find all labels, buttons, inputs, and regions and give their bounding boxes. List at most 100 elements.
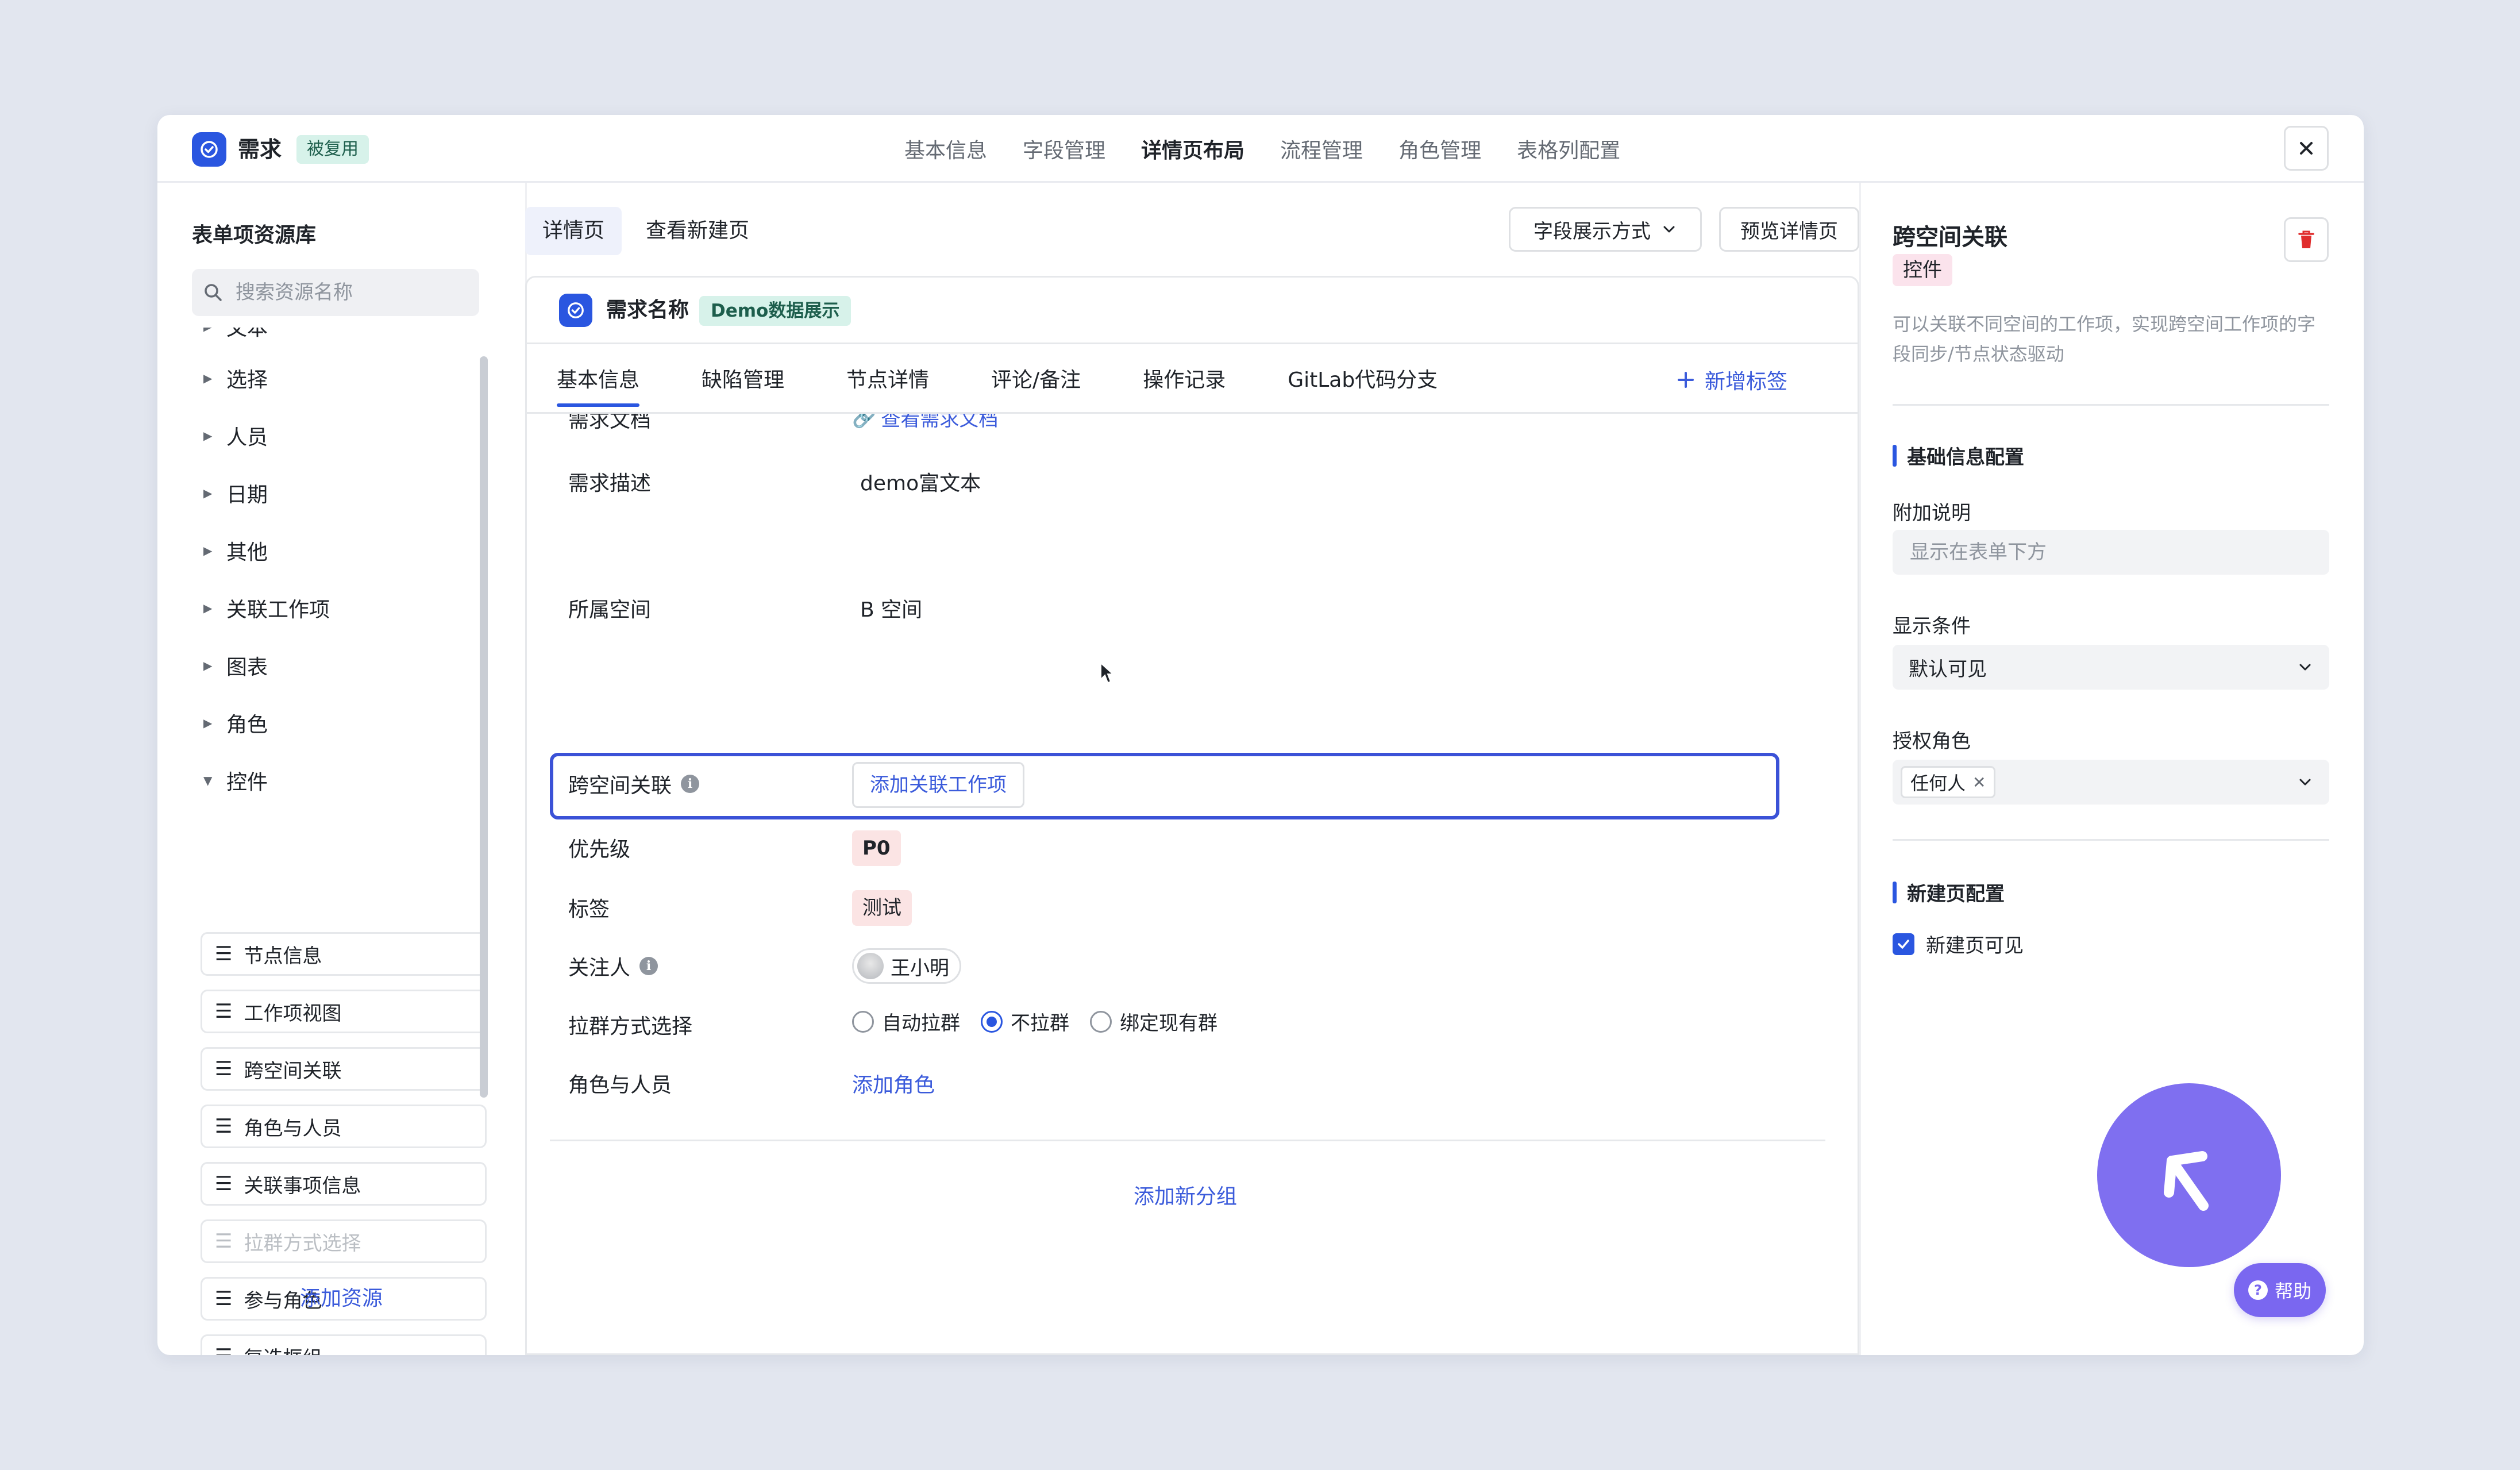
tab-operation-log[interactable]: 操作记录 <box>1143 363 1226 393</box>
radio-icon <box>1090 1010 1112 1033</box>
trash-icon <box>2298 230 2314 248</box>
divider <box>1859 183 1861 1355</box>
condition-select[interactable]: 默认可见 <box>1893 645 2329 690</box>
radio-bind-existing[interactable]: 绑定现有群 <box>1090 1007 1217 1036</box>
role-chip: 任何人 ✕ <box>1901 766 1996 798</box>
tab-detail-layout[interactable]: 详情页布局 <box>1141 134 1244 164</box>
widget-icon: ☰ <box>215 1230 233 1253</box>
category-widget[interactable]: ▼ 控件 <box>203 765 268 795</box>
priority-badge: P0 <box>852 830 901 866</box>
radio-no-group[interactable]: 不拉群 <box>981 1007 1069 1036</box>
divider <box>1893 839 2329 841</box>
search-input[interactable] <box>234 280 467 305</box>
caret-down-icon: ▼ <box>203 774 213 787</box>
config-window: 需求 被复用 基本信息 字段管理 详情页布局 流程管理 角色管理 表格列配置 表… <box>157 115 2364 1355</box>
field-label-watcher: 关注人 i <box>568 951 658 981</box>
widget-icon: ☰ <box>215 1000 233 1023</box>
resource-search[interactable] <box>192 269 479 316</box>
resource-scrollbar[interactable] <box>480 356 488 1098</box>
role-label: 授权角色 <box>1893 730 1971 753</box>
view-switch: 详情页 查看新建页 <box>525 207 766 255</box>
app-icon <box>192 132 226 167</box>
avatar <box>857 953 884 979</box>
section-marker <box>1893 881 1897 903</box>
tab-comments[interactable]: 评论/备注 <box>991 363 1081 393</box>
category-linked-items[interactable]: ▶ 关联工作项 <box>203 593 330 623</box>
group-mode-radio-group: 自动拉群 不拉群 绑定现有群 <box>852 1007 1217 1036</box>
chevron-down-icon <box>2299 779 2311 786</box>
config-title: 跨空间关联 <box>1893 224 2007 251</box>
field-label-role-people: 角色与人员 <box>568 1073 672 1097</box>
category-role[interactable]: ▶ 角色 <box>203 708 268 738</box>
radio-auto-group[interactable]: 自动拉群 <box>852 1007 960 1036</box>
resource-library-title: 表单项资源库 <box>192 224 317 247</box>
checkbox-checked-icon <box>1893 933 1914 955</box>
delete-button[interactable] <box>2284 217 2329 262</box>
add-linked-workitem-button[interactable]: 添加关联工作项 <box>852 762 1024 808</box>
arrow-up-left-icon <box>2097 1083 2281 1267</box>
resource-cross-space[interactable]: ☰ 跨空间关联 <box>201 1047 487 1091</box>
cross-space-row-selected[interactable] <box>550 753 1779 819</box>
watcher-chip[interactable]: 王小明 <box>852 948 961 984</box>
note-label: 附加说明 <box>1893 502 1971 525</box>
role-select[interactable]: 任何人 ✕ <box>1893 760 2329 805</box>
resource-workitem-view[interactable]: ☰ 工作项视图 <box>201 990 487 1033</box>
resource-checkbox-group[interactable]: ☰复选框组 <box>201 1334 487 1355</box>
tab-table-columns[interactable]: 表格列配置 <box>1517 134 1620 164</box>
info-icon: i <box>639 957 658 975</box>
widget-icon: ☰ <box>215 1172 233 1195</box>
tab-gitlab-branch[interactable]: GitLab代码分支 <box>1288 363 1438 393</box>
app-title: 需求 <box>238 137 282 162</box>
preview-detail-button[interactable]: 预览详情页 <box>1719 207 1859 252</box>
widget-icon: ☰ <box>215 1345 232 1355</box>
reused-badge: 被复用 <box>296 135 369 164</box>
tab-defects[interactable]: 缺陷管理 <box>702 363 784 393</box>
caret-right-icon: ▶ <box>203 328 215 333</box>
demo-badge: Demo数据展示 <box>699 296 851 326</box>
tab-node-details[interactable]: 节点详情 <box>846 363 929 393</box>
resource-node-info[interactable]: ☰ 节点信息 <box>201 932 487 976</box>
field-label-tag: 标签 <box>568 898 610 921</box>
info-icon: i <box>681 775 700 793</box>
widget-icon: ☰ <box>215 942 233 965</box>
tab-basic-info[interactable]: 基本信息 <box>904 134 987 164</box>
radio-checked-icon <box>981 1010 1003 1033</box>
tab-basic[interactable]: 基本信息 <box>557 363 640 407</box>
caret-right-icon: ▶ <box>203 544 213 557</box>
detail-preview-card: 需求名称 Demo数据展示 基本信息 缺陷管理 节点详情 评论/备注 操作记录 … <box>525 276 1859 1355</box>
caret-right-icon: ▶ <box>203 429 213 442</box>
field-label-priority: 优先级 <box>568 838 631 861</box>
category-text[interactable]: ▶文本 <box>203 328 268 341</box>
widget-icon: ☰ <box>215 1057 233 1080</box>
add-group-link[interactable]: 添加新分组 <box>1134 1180 1237 1210</box>
category-select[interactable]: ▶ 选择 <box>203 363 268 393</box>
new-page-config-section: 新建页配置 <box>1893 878 2005 906</box>
category-chart[interactable]: ▶ 图表 <box>203 651 268 680</box>
category-other[interactable]: ▶ 其他 <box>203 536 268 565</box>
tab-workflow[interactable]: 流程管理 <box>1280 134 1363 164</box>
caret-right-icon: ▶ <box>203 659 213 672</box>
remove-icon[interactable]: ✕ <box>1972 773 1986 792</box>
tab-field-management[interactable]: 字段管理 <box>1023 134 1105 164</box>
add-role-link[interactable]: 添加角色 <box>852 1068 935 1098</box>
help-button[interactable]: ? 帮助 <box>2234 1263 2326 1317</box>
close-button[interactable] <box>2284 126 2329 171</box>
category-date[interactable]: ▶ 日期 <box>203 478 268 508</box>
view-doc-link[interactable]: 🔗 查看需求文档 <box>852 414 998 432</box>
resource-linked-info[interactable]: ☰ 关联事项信息 <box>201 1162 487 1206</box>
add-tag-button[interactable]: 新增标签 <box>1676 363 1787 397</box>
tab-detail-page[interactable]: 详情页 <box>525 207 622 255</box>
tab-new-page[interactable]: 查看新建页 <box>629 207 766 255</box>
note-field[interactable] <box>1893 530 2329 575</box>
note-input[interactable] <box>1909 540 2256 564</box>
add-resource-link[interactable]: 添加资源 <box>157 1282 525 1311</box>
field-display-button[interactable]: 字段展示方式 <box>1509 207 1702 252</box>
widget-icon: ☰ <box>215 1115 233 1138</box>
close-icon <box>2300 142 2313 155</box>
new-page-visible-checkbox[interactable]: 新建页可见 <box>1893 930 2024 958</box>
resource-role-people[interactable]: ☰ 角色与人员 <box>201 1105 487 1148</box>
question-icon: ? <box>2248 1280 2268 1300</box>
field-label-cross-space: 跨空间关联 i <box>568 769 700 799</box>
tab-roles[interactable]: 角色管理 <box>1398 134 1481 164</box>
category-people[interactable]: ▶ 人员 <box>203 421 268 451</box>
